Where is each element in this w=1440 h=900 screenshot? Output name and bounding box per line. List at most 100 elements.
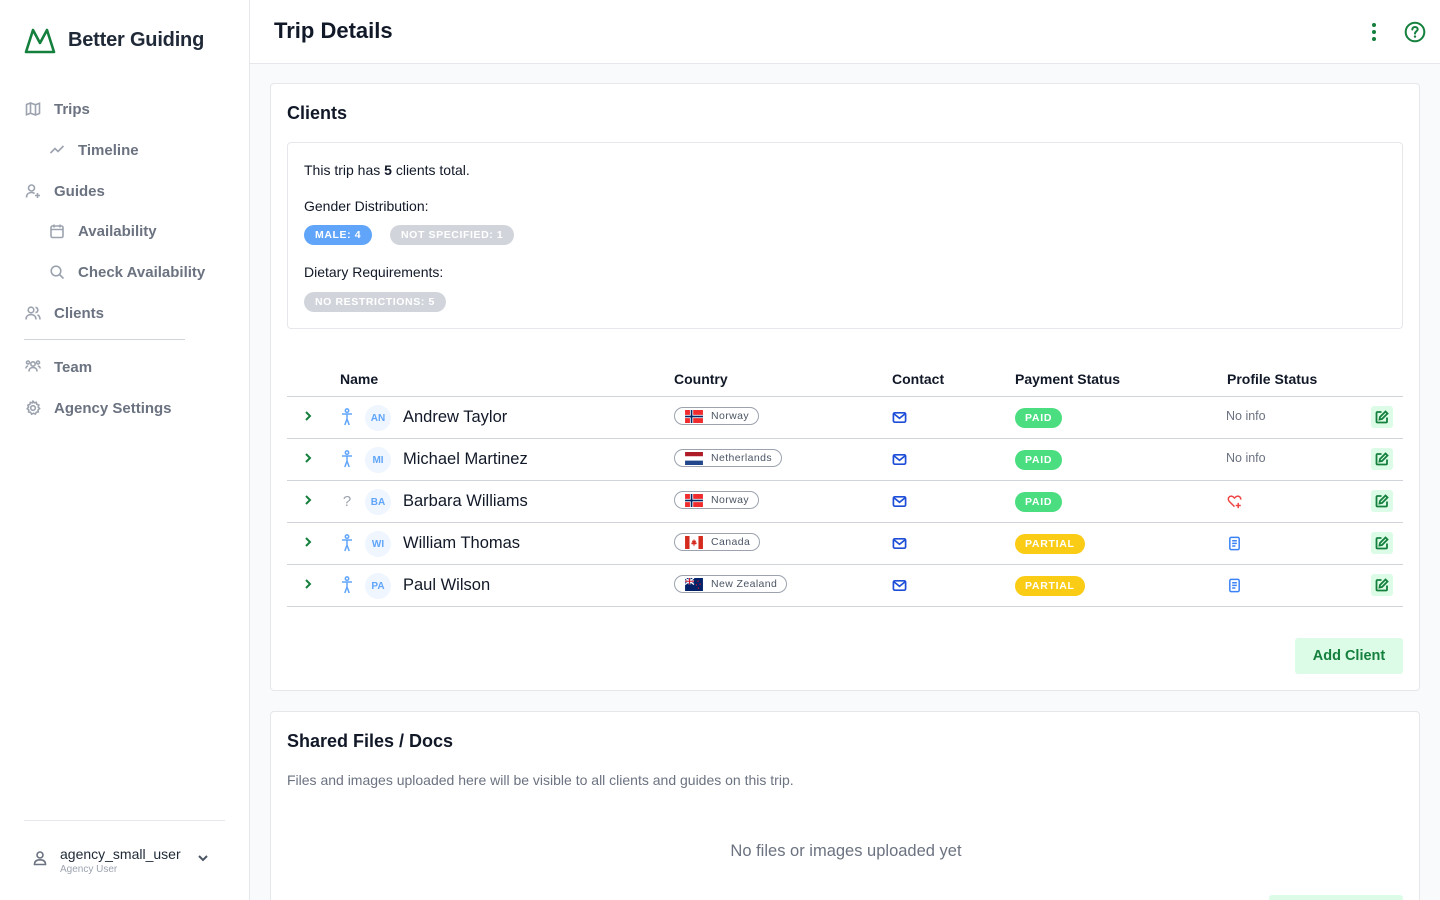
sidebar-item-guides[interactable]: Guides xyxy=(24,179,105,203)
avatar: BA xyxy=(365,489,391,515)
profile-status-text: No info xyxy=(1226,409,1266,423)
sidebar-item-clients[interactable]: Clients xyxy=(24,301,104,325)
clients-card-title: Clients xyxy=(287,103,348,123)
client-name[interactable]: Paul Wilson xyxy=(403,576,490,595)
document-icon[interactable] xyxy=(1227,578,1243,594)
more-options-icon[interactable] xyxy=(1364,20,1384,44)
table-row[interactable]: WI William Thomas Canada PARTIAL xyxy=(287,523,1403,565)
sidebar-item-agency-settings[interactable]: Agency Settings xyxy=(24,396,172,420)
gender-badge-not-specified: NOT SPECIFIED: 1 xyxy=(390,225,515,245)
country-badge: Norway xyxy=(674,491,759,509)
client-name[interactable]: William Thomas xyxy=(403,534,520,553)
no-files-message: No files or images uploaded yet xyxy=(730,842,962,860)
column-header-country[interactable]: Country xyxy=(674,371,728,387)
user-icon xyxy=(32,850,48,871)
payment-status-badge: PAID xyxy=(1015,492,1063,512)
client-name[interactable]: Michael Martinez xyxy=(403,450,528,469)
team-icon xyxy=(24,358,42,376)
expand-row-icon[interactable] xyxy=(301,409,315,423)
male-icon xyxy=(339,450,355,468)
expand-row-icon[interactable] xyxy=(301,493,315,507)
app-logo[interactable]: Better Guiding xyxy=(24,26,204,54)
profile-status-text: No info xyxy=(1226,451,1266,465)
expand-row-icon[interactable] xyxy=(301,451,315,465)
edit-client-button[interactable] xyxy=(1371,448,1393,470)
user-menu[interactable]: agency_small_user Agency User xyxy=(32,843,222,877)
table-row[interactable]: PA Paul Wilson New Zealand PARTIAL xyxy=(287,565,1403,607)
expand-row-icon[interactable] xyxy=(301,577,315,591)
sidebar-item-check-availability[interactable]: Check Availability xyxy=(48,260,205,284)
chevron-down-icon[interactable] xyxy=(196,851,210,870)
users-icon xyxy=(24,304,42,322)
column-header-profile-status[interactable]: Profile Status xyxy=(1227,371,1317,387)
edit-client-button[interactable] xyxy=(1371,490,1393,512)
clients-summary: This trip has 5 clients total. Gender Di… xyxy=(287,142,1403,329)
column-header-contact[interactable]: Contact xyxy=(892,371,944,387)
avatar: MI xyxy=(365,447,391,473)
unknown-gender-icon: ? xyxy=(342,492,352,510)
email-icon[interactable] xyxy=(892,536,908,552)
gender-distribution-label: Gender Distribution: xyxy=(304,198,429,214)
column-header-payment-status[interactable]: Payment Status xyxy=(1015,371,1120,387)
payment-status-badge: PAID xyxy=(1015,408,1063,428)
payment-status-badge: PARTIAL xyxy=(1015,534,1085,554)
client-name[interactable]: Andrew Taylor xyxy=(403,408,507,427)
total-clients-text: This trip has 5 clients total. xyxy=(304,162,470,178)
canada-flag-icon xyxy=(685,535,703,549)
country-badge: Canada xyxy=(674,533,761,551)
document-icon[interactable] xyxy=(1227,536,1243,552)
male-icon xyxy=(339,576,355,594)
edit-client-button[interactable] xyxy=(1371,532,1393,554)
total-clients-count: 5 xyxy=(384,162,392,178)
sidebar-item-team[interactable]: Team xyxy=(24,355,92,379)
country-badge: New Zealand xyxy=(674,575,788,593)
edit-client-button[interactable] xyxy=(1371,574,1393,596)
sidebar-item-label: Team xyxy=(54,358,93,376)
app-name: Better Guiding xyxy=(68,28,205,51)
page-header: Trip Details xyxy=(250,0,1440,64)
sidebar-item-availability[interactable]: Availability xyxy=(48,219,157,243)
avatar: PA xyxy=(365,573,391,599)
email-icon[interactable] xyxy=(892,578,908,594)
table-row[interactable]: ? BA Barbara Williams Norway PAID xyxy=(287,481,1403,523)
sidebar-item-label: Timeline xyxy=(78,141,139,159)
payment-status-badge: PARTIAL xyxy=(1015,576,1085,596)
dietary-requirements-label: Dietary Requirements: xyxy=(304,264,444,280)
sidebar-item-trips[interactable]: Trips xyxy=(24,97,90,121)
sidebar-item-label: Trips xyxy=(54,100,90,118)
sidebar-item-label: Agency Settings xyxy=(54,399,172,417)
upload-files-button[interactable] xyxy=(1269,895,1403,900)
male-icon xyxy=(339,534,355,552)
sidebar-item-timeline[interactable]: Timeline xyxy=(48,138,139,162)
dietary-badge: NO RESTRICTIONS: 5 xyxy=(304,292,446,312)
add-client-button[interactable]: Add Client xyxy=(1295,638,1403,674)
email-icon[interactable] xyxy=(892,410,908,426)
payment-status-badge: PAID xyxy=(1015,450,1063,470)
table-row[interactable]: AN Andrew Taylor Norway PAID No info xyxy=(287,397,1403,439)
expand-row-icon[interactable] xyxy=(301,535,315,549)
table-row[interactable]: MI Michael Martinez Netherlands PAID No … xyxy=(287,439,1403,481)
netherlands-flag-icon xyxy=(685,451,703,465)
male-icon xyxy=(339,408,355,426)
country-badge: Norway xyxy=(674,407,759,425)
email-icon[interactable] xyxy=(892,494,908,510)
avatar: WI xyxy=(365,531,391,557)
map-icon xyxy=(24,100,42,118)
help-icon[interactable] xyxy=(1404,21,1426,43)
sidebar-item-label: Guides xyxy=(54,182,105,200)
edit-client-button[interactable] xyxy=(1371,406,1393,428)
sidebar: Better Guiding Trips Timeline Guides Ava… xyxy=(0,0,250,900)
sidebar-divider xyxy=(24,339,185,340)
column-header-name[interactable]: Name xyxy=(340,371,378,387)
client-name[interactable]: Barbara Williams xyxy=(403,492,528,511)
email-icon[interactable] xyxy=(892,452,908,468)
gender-badge-male: MALE: 4 xyxy=(304,225,373,245)
user-plus-icon xyxy=(24,182,42,200)
sidebar-item-label: Clients xyxy=(54,304,105,322)
norway-flag-icon xyxy=(685,409,703,423)
heart-plus-icon[interactable] xyxy=(1227,494,1243,510)
user-role: Agency User xyxy=(60,863,118,875)
calendar-icon xyxy=(48,222,66,240)
sidebar-item-label: Check Availability xyxy=(78,263,206,281)
shared-files-description: Files and images uploaded here will be v… xyxy=(287,772,794,788)
